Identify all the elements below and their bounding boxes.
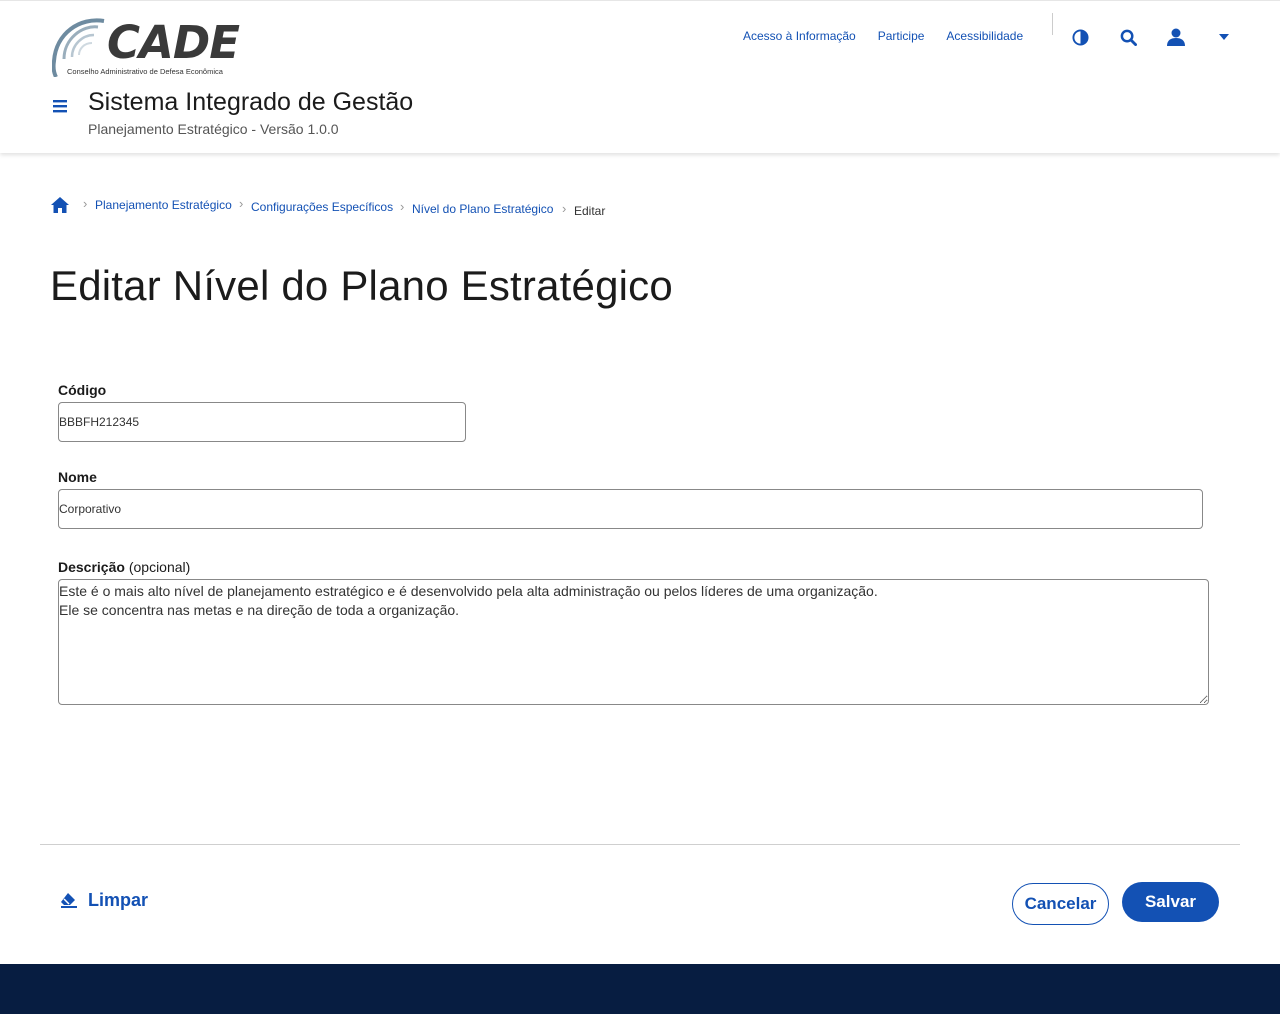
breadcrumb-nivel-plano[interactable]: Nível do Plano Estratégico <box>412 202 553 216</box>
search-icon[interactable] <box>1118 27 1138 47</box>
site-header: CADE Conselho Administrativo de Defesa E… <box>0 0 1280 153</box>
chevron-right-icon: › <box>83 196 88 211</box>
hamburger-menu-icon[interactable] <box>52 98 68 114</box>
link-participe[interactable]: Participe <box>878 29 925 43</box>
save-button[interactable]: Salvar <box>1122 882 1219 922</box>
header-divider <box>1052 13 1053 35</box>
header-links: Acesso à Informação Participe Acessibili… <box>743 29 1023 43</box>
system-title: Sistema Integrado de Gestão <box>88 88 414 116</box>
eraser-icon <box>61 893 77 908</box>
link-acessibilidade[interactable]: Acessibilidade <box>946 29 1023 43</box>
breadcrumb-configuracoes[interactable]: Configurações Específicos <box>251 200 393 214</box>
cancel-button[interactable]: Cancelar <box>1012 883 1109 925</box>
breadcrumb-planejamento[interactable]: Planejamento Estratégico <box>95 198 232 212</box>
site-footer <box>0 964 1280 1014</box>
breadcrumb-current: Editar <box>574 204 606 218</box>
logo-text: CADE <box>107 16 240 69</box>
actions-divider <box>40 844 1240 845</box>
chevron-right-icon: › <box>239 196 244 211</box>
descricao-label: Descrição (opcional) <box>58 559 190 575</box>
clear-button[interactable]: Limpar <box>60 886 148 914</box>
cade-logo[interactable]: CADE Conselho Administrativo de Defesa E… <box>52 17 242 79</box>
link-acesso-informacao[interactable]: Acesso à Informação <box>743 29 856 43</box>
user-icon[interactable] <box>1166 27 1186 47</box>
codigo-input[interactable] <box>58 402 466 442</box>
codigo-label: Código <box>58 382 107 398</box>
caret-down-icon[interactable] <box>1214 27 1234 47</box>
home-icon[interactable] <box>50 196 70 214</box>
page-title: Editar Nível do Plano Estratégico <box>50 262 673 309</box>
chevron-right-icon: › <box>562 201 567 216</box>
descricao-label-text: Descrição <box>58 559 125 575</box>
clear-button-label: Limpar <box>88 889 149 910</box>
optional-hint: (opcional) <box>128 559 191 575</box>
chevron-right-icon: › <box>400 199 405 214</box>
contrast-icon[interactable] <box>1070 27 1090 47</box>
logo-subtitle: Conselho Administrativo de Defesa Econôm… <box>67 67 223 76</box>
nome-input[interactable] <box>58 489 1203 529</box>
system-subtitle: Planejamento Estratégico - Versão 1.0.0 <box>88 121 339 137</box>
nome-label: Nome <box>58 469 97 485</box>
descricao-textarea[interactable]: Este é o mais alto nível de planejamento… <box>58 579 1209 705</box>
